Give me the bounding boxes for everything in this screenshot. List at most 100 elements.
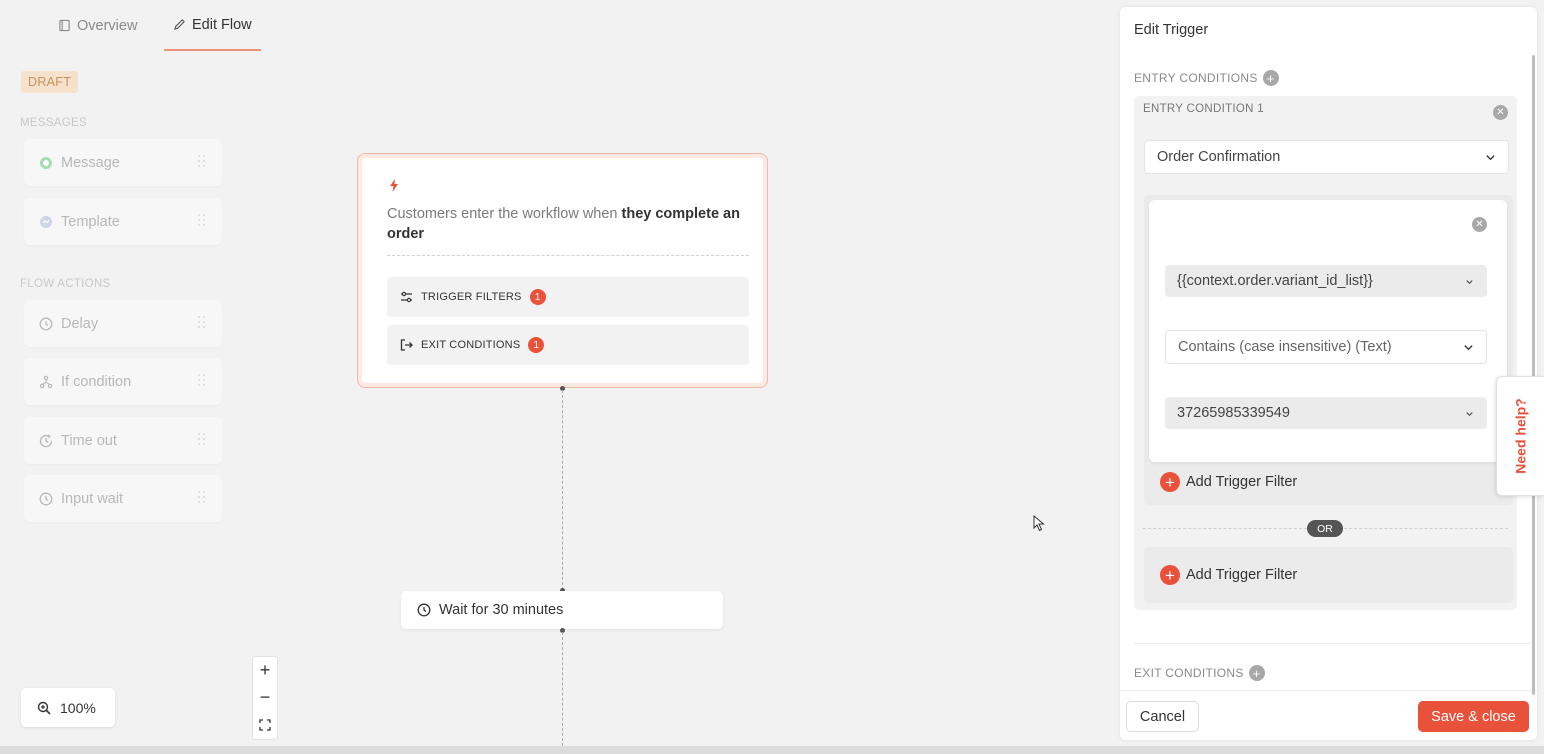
trigger-filters-row[interactable]: TRIGGER FILTERS 1 (387, 277, 749, 317)
drag-handle-icon[interactable] (198, 214, 206, 228)
add-trigger-filter-label: Add Trigger Filter (1186, 567, 1298, 583)
branch-icon (38, 374, 53, 389)
palette-item-label: Input wait (61, 490, 124, 507)
trigger-filters-count-badge: 1 (529, 289, 546, 305)
trigger-node-body: Customers enter the workflow when they c… (363, 159, 762, 382)
palette-item-delay[interactable]: Delay (24, 300, 222, 347)
entry-conditions-label: ENTRY CONDITIONS (1134, 71, 1258, 85)
event-select-value: Order Confirmation (1157, 149, 1281, 165)
filter-field-select[interactable]: {{context.order.variant_id_list}} (1165, 265, 1487, 297)
trigger-filter-card: ✕ {{context.order.variant_id_list}} Cont… (1149, 200, 1507, 462)
palette-item-label: Time out (61, 432, 117, 449)
cancel-button[interactable]: Cancel (1126, 701, 1199, 732)
filter-operator-value: Contains (case insensitive) (Text) (1178, 339, 1392, 355)
clock-icon (417, 603, 431, 617)
entry-condition-card: ENTRY CONDITION 1 ✕ Order Confirmation ✕… (1134, 96, 1517, 610)
mouse-cursor-icon (1033, 514, 1045, 537)
panel-title: Edit Trigger (1134, 22, 1209, 38)
drag-handle-icon[interactable] (198, 491, 206, 505)
clock-icon (38, 491, 53, 506)
fit-screen-icon (259, 718, 271, 731)
chevron-down-icon (1466, 411, 1473, 416)
zoom-in-button[interactable]: + (253, 657, 277, 684)
bottom-bar (0, 746, 1544, 754)
clock-icon (38, 316, 53, 331)
chevron-down-icon (1466, 279, 1473, 284)
wait-node-label: Wait for 30 minutes (439, 602, 564, 618)
add-trigger-filter-label: Add Trigger Filter (1186, 474, 1298, 490)
chevron-down-icon (1464, 344, 1473, 350)
messenger-icon (38, 214, 53, 229)
zoom-icon (37, 701, 51, 715)
plus-icon: + (1160, 472, 1180, 492)
messages-section-label: MESSAGES (20, 117, 87, 129)
add-exit-condition-button[interactable]: + (1248, 665, 1265, 681)
connector-line (562, 632, 563, 746)
remove-filter-button[interactable]: ✕ (1472, 217, 1487, 232)
connector-line (562, 390, 563, 590)
zoom-level-text: 100% (60, 699, 96, 716)
lightning-icon (389, 179, 399, 195)
palette-item-time-out[interactable]: Time out (24, 417, 222, 464)
trigger-description: Customers enter the workflow when they c… (387, 204, 747, 244)
chevron-down-icon (1486, 154, 1495, 160)
need-help-tab[interactable]: Need help? (1496, 376, 1544, 496)
trigger-description-prefix: Customers enter the workflow when (387, 206, 622, 222)
exit-conditions-label: EXIT CONDITIONS (421, 339, 521, 351)
palette-item-label: Template (61, 213, 120, 230)
palette-item-message[interactable]: Message (24, 139, 222, 186)
panel-scrollbar[interactable] (1532, 55, 1535, 695)
tab-overview[interactable]: Overview (58, 0, 137, 51)
add-trigger-filter-button-2[interactable]: + Add Trigger Filter (1160, 565, 1297, 585)
fit-view-button[interactable] (253, 711, 277, 738)
event-select[interactable]: Order Confirmation (1144, 140, 1509, 174)
top-tabs: Overview Edit Flow (0, 0, 1120, 52)
exit-conditions-header: EXIT CONDITIONS + (1134, 665, 1265, 681)
exit-conditions-count-badge: 1 (528, 337, 545, 353)
plus-icon: + (1160, 565, 1180, 585)
drag-handle-icon[interactable] (198, 316, 206, 330)
palette-item-label: If condition (61, 373, 132, 390)
add-entry-condition-button[interactable]: + (1262, 70, 1279, 86)
flow-actions-section-label: FLOW ACTIONS (20, 278, 111, 290)
remove-condition-button[interactable]: ✕ (1493, 105, 1508, 120)
drag-handle-icon[interactable] (198, 374, 206, 388)
divider (1134, 643, 1531, 644)
palette-item-label: Delay (61, 315, 99, 332)
exit-conditions-row[interactable]: EXIT CONDITIONS 1 (387, 325, 749, 365)
divider (387, 255, 749, 256)
panel-footer: Cancel Save & close (1120, 690, 1537, 740)
exit-conditions-panel-label: EXIT CONDITIONS (1134, 666, 1244, 680)
filter-value-text: 37265985339549 (1177, 405, 1290, 421)
filter-operator-select[interactable]: Contains (case insensitive) (Text) (1165, 330, 1487, 364)
edit-trigger-panel: Edit Trigger ENTRY CONDITIONS + ENTRY CO… (1120, 7, 1537, 740)
trigger-node[interactable]: Customers enter the workflow when they c… (357, 153, 768, 388)
palette-item-input-wait[interactable]: Input wait (24, 475, 222, 522)
add-trigger-filter-button[interactable]: + Add Trigger Filter (1160, 472, 1297, 492)
drag-handle-icon[interactable] (198, 155, 206, 169)
palette-item-label: Message (61, 154, 120, 171)
filter-field-value: {{context.order.variant_id_list}} (1177, 273, 1373, 289)
save-and-close-button[interactable]: Save & close (1418, 701, 1529, 732)
zoom-level-indicator[interactable]: 100% (21, 688, 115, 727)
drag-handle-icon[interactable] (198, 433, 206, 447)
sliders-icon (401, 291, 412, 303)
or-separator-badge: OR (1307, 520, 1343, 537)
entry-conditions-header: ENTRY CONDITIONS + (1134, 70, 1279, 86)
status-badge: DRAFT (21, 71, 79, 93)
exit-icon (400, 339, 413, 351)
trigger-filters-label: TRIGGER FILTERS (421, 291, 522, 303)
book-icon (59, 19, 70, 32)
need-help-label: Need help? (1512, 398, 1529, 474)
zoom-out-button[interactable]: − (253, 684, 277, 711)
zoom-controls: + − (252, 656, 278, 740)
wait-node[interactable]: Wait for 30 minutes (401, 591, 723, 629)
filter-value-select[interactable]: 37265985339549 (1165, 397, 1487, 429)
palette-item-if-condition[interactable]: If condition (24, 358, 222, 405)
palette-item-template[interactable]: Template (24, 198, 222, 245)
pencil-icon (173, 19, 185, 31)
tab-edit-flow[interactable]: Edit Flow (164, 0, 261, 51)
whatsapp-icon (38, 155, 53, 170)
tab-edit-flow-label: Edit Flow (192, 16, 252, 33)
tab-overview-label: Overview (77, 17, 138, 34)
